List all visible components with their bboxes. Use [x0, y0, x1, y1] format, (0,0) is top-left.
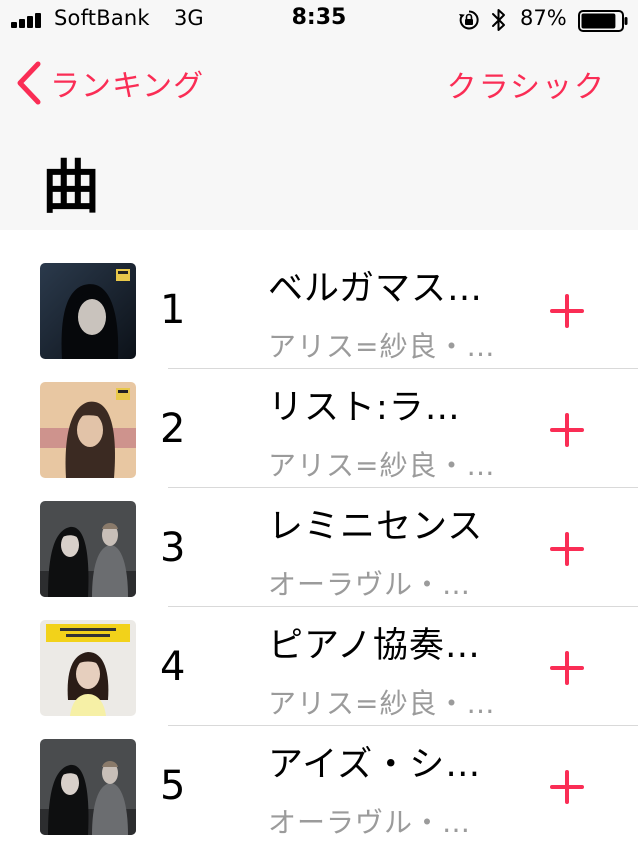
screen: SoftBank 3G 8:35 87% ランキング クラシック 曲 1 ベルガ…: [0, 0, 638, 844]
rank-number: 1: [160, 287, 186, 333]
page-title: 曲: [42, 153, 101, 221]
add-button[interactable]: [550, 413, 584, 447]
add-button[interactable]: [550, 651, 584, 685]
status-bar: SoftBank 3G 8:35 87%: [0, 0, 638, 40]
add-button[interactable]: [550, 532, 584, 566]
back-button[interactable]: ランキング: [12, 58, 204, 108]
add-button[interactable]: [550, 294, 584, 328]
chopin-project-album-art: [40, 501, 136, 597]
song-title: アイズ・シ…: [268, 745, 482, 785]
song-title: ピアノ協奏…: [268, 626, 481, 666]
song-row[interactable]: 5 アイズ・シ… オーラヴル・…: [0, 726, 638, 844]
song-row[interactable]: 4 ピアノ協奏… アリス=紗良・…: [0, 607, 638, 726]
song-title: レミニセンス: [268, 507, 484, 547]
song-title: ベルガマス…: [268, 269, 483, 309]
song-list: 1 ベルガマス… アリス=紗良・… 2 リスト:ラ… アリス=紗良・… 3 レミ…: [0, 250, 638, 844]
add-button[interactable]: [550, 770, 584, 804]
song-artist: アリス=紗良・…: [268, 449, 496, 482]
song-artist: アリス=紗良・…: [268, 330, 496, 363]
nav-bar: ランキング クラシック 曲: [0, 40, 638, 230]
back-button-label: ランキング: [50, 69, 205, 104]
nightfall-album-art: [40, 263, 136, 359]
battery-icon: [578, 10, 628, 32]
rank-number: 5: [160, 763, 186, 809]
song-row[interactable]: 3 レミニセンス オーラヴル・…: [0, 488, 638, 607]
song-title: リスト:ラ…: [268, 388, 461, 428]
rank-number: 3: [160, 525, 186, 571]
song-row[interactable]: 2 リスト:ラ… アリス=紗良・…: [0, 369, 638, 488]
orientation-lock-icon: [459, 10, 479, 30]
battery-percent: 87%: [520, 6, 567, 30]
rank-number: 4: [160, 644, 186, 690]
song-artist: アリス=紗良・…: [268, 687, 496, 720]
song-row[interactable]: 1 ベルガマス… アリス=紗良・…: [0, 250, 638, 369]
chevron-left-icon: [17, 61, 41, 105]
rank-number: 2: [160, 406, 186, 452]
bluetooth-icon: [492, 9, 505, 31]
chopin-project-album-art: [40, 739, 136, 835]
song-artist: オーラヴル・…: [268, 568, 472, 601]
genre-button[interactable]: クラシック: [447, 62, 606, 106]
memories-album-art: [40, 382, 136, 478]
wonderland-album-art: [40, 620, 136, 716]
song-artist: オーラヴル・…: [268, 806, 472, 839]
